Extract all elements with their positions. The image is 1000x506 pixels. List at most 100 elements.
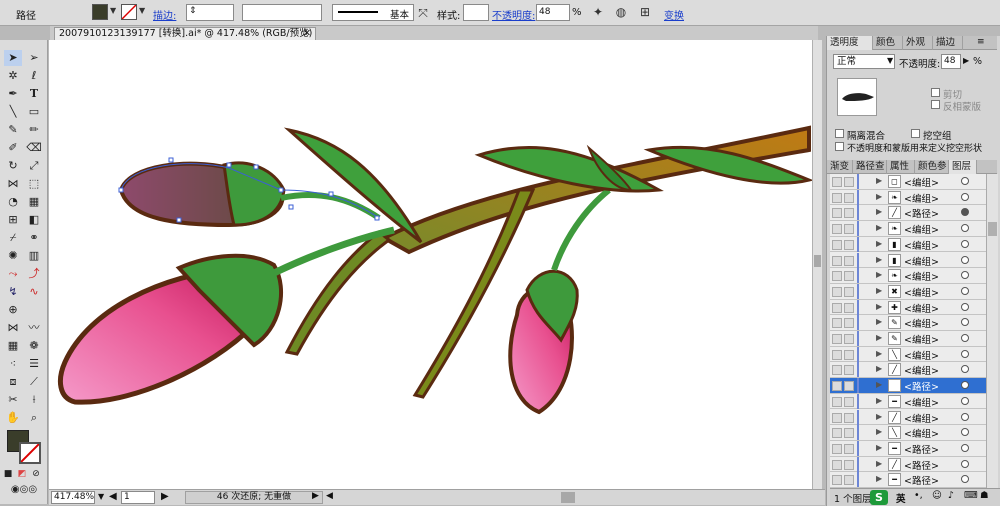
layer-name[interactable]: <编组> bbox=[904, 285, 939, 299]
none-mode-icon[interactable]: ⊘ bbox=[30, 466, 42, 482]
layer-name[interactable]: <编组> bbox=[904, 316, 939, 330]
blend-mode-select[interactable]: 正常 bbox=[833, 54, 895, 69]
expand-triangle-icon[interactable]: ▶ bbox=[876, 380, 882, 389]
visibility-toggle[interactable] bbox=[832, 443, 842, 454]
visibility-toggle[interactable] bbox=[832, 239, 842, 250]
layer-name[interactable]: <编组> bbox=[904, 348, 939, 362]
pen-tool-icon[interactable]: ✒ bbox=[4, 86, 22, 102]
warp-tool-icon[interactable]: ⋈ bbox=[4, 320, 22, 336]
layer-name[interactable]: <编组> bbox=[904, 332, 939, 346]
type-tool-icon[interactable]: T bbox=[25, 86, 43, 102]
layer-name[interactable]: <编组> bbox=[904, 426, 939, 440]
zoom-tool-icon[interactable]: ⌕ bbox=[25, 410, 43, 426]
stroke-swatch[interactable] bbox=[121, 4, 137, 20]
line-tool-icon[interactable]: ╲ bbox=[4, 104, 22, 120]
recolor-icon[interactable]: ✦ bbox=[589, 5, 607, 19]
knockout-group-checkbox[interactable] bbox=[911, 129, 920, 138]
expand-triangle-icon[interactable]: ▶ bbox=[876, 255, 882, 264]
layer-row[interactable]: ▶ ▮ <编组> bbox=[830, 236, 986, 253]
layer-row[interactable]: ▶ ◻ <编组> bbox=[830, 174, 986, 190]
layer-name[interactable]: <编组> bbox=[904, 395, 939, 409]
tab-pathfinder[interactable]: 路径查 bbox=[853, 160, 887, 174]
layer-row[interactable]: ▶ ╱ <编组> bbox=[830, 409, 986, 426]
layer-row[interactable]: ▶ ▮ <编组> bbox=[830, 252, 986, 269]
knife-tool-icon[interactable]: ⟊ bbox=[25, 392, 43, 408]
target-circle-icon[interactable] bbox=[961, 286, 969, 295]
target-circle-icon[interactable] bbox=[961, 318, 969, 327]
status-menu-icon[interactable]: ▶ bbox=[312, 491, 319, 501]
lasso-tool-icon[interactable]: ℓ bbox=[25, 68, 43, 84]
visibility-toggle[interactable] bbox=[832, 412, 842, 423]
align-icon[interactable]: ⊞ bbox=[636, 5, 654, 19]
visibility-toggle[interactable] bbox=[832, 192, 842, 203]
visibility-toggle[interactable] bbox=[832, 286, 842, 297]
ime-language-label[interactable]: 英 bbox=[896, 491, 906, 505]
expand-triangle-icon[interactable]: ▶ bbox=[876, 474, 882, 483]
hand-tool-icon[interactable]: ✋ bbox=[4, 410, 22, 426]
lock-toggle[interactable] bbox=[844, 349, 854, 360]
lock-toggle[interactable] bbox=[844, 192, 854, 203]
layer-row[interactable]: ▶ ╱ <编组> bbox=[830, 362, 986, 379]
target-circle-icon[interactable] bbox=[961, 396, 969, 405]
target-circle-icon[interactable] bbox=[961, 271, 969, 280]
expand-triangle-icon[interactable]: ▶ bbox=[876, 427, 882, 436]
expand-triangle-icon[interactable]: ▶ bbox=[876, 459, 882, 468]
layer-row[interactable]: ▶ ╱ <路径> bbox=[830, 456, 986, 473]
expand-triangle-icon[interactable]: ▶ bbox=[876, 239, 882, 248]
keyboard-icon[interactable]: ⌨ bbox=[964, 490, 978, 501]
panel-collapse-icon[interactable]: ≡ bbox=[977, 37, 985, 47]
layer-name[interactable]: <编组> bbox=[904, 175, 939, 189]
lock-toggle[interactable] bbox=[844, 208, 854, 219]
target-tool-icon[interactable]: ⊕ bbox=[4, 302, 22, 318]
expand-triangle-icon[interactable]: ▶ bbox=[876, 349, 882, 358]
chevron-down-icon[interactable]: ▼ bbox=[139, 6, 145, 15]
symbol-sprayer-tool-icon[interactable]: ✺ bbox=[4, 248, 22, 264]
layer-name[interactable]: <编组> bbox=[904, 363, 939, 377]
transform-link[interactable]: 变换 bbox=[664, 7, 684, 22]
direct-selection-tool-icon[interactable]: ➢ bbox=[25, 50, 43, 66]
lock-toggle[interactable] bbox=[844, 381, 854, 392]
layer-name[interactable]: <编组> bbox=[904, 222, 939, 236]
expand-triangle-icon[interactable]: ▶ bbox=[876, 207, 882, 216]
slice-tool-icon[interactable]: ⟋ bbox=[25, 374, 43, 390]
lock-toggle[interactable] bbox=[844, 443, 854, 454]
shape-builder-tool-icon[interactable]: ◔ bbox=[4, 194, 22, 210]
expand-triangle-icon[interactable]: ▶ bbox=[876, 176, 882, 185]
visibility-toggle[interactable] bbox=[832, 208, 842, 219]
visibility-toggle[interactable] bbox=[832, 475, 842, 486]
opacity-slider-icon[interactable]: ▶ bbox=[963, 56, 969, 65]
target-circle-icon[interactable] bbox=[961, 349, 969, 358]
chevron-down-icon[interactable]: ▼ bbox=[98, 492, 104, 501]
chevron-down-icon[interactable]: ▼ bbox=[110, 6, 116, 15]
arrange-icon[interactable]: ⤧ bbox=[417, 6, 429, 21]
target-circle-icon[interactable] bbox=[961, 381, 969, 390]
lock-toggle[interactable] bbox=[844, 271, 854, 282]
lock-toggle[interactable] bbox=[844, 365, 854, 376]
mesh-tool-icon[interactable]: ⊞ bbox=[4, 212, 22, 228]
layer-name[interactable]: <路径> bbox=[904, 473, 939, 487]
tab-stroke[interactable]: 描边 bbox=[933, 36, 963, 50]
lock-toggle[interactable] bbox=[844, 475, 854, 486]
wave-tool-icon[interactable]: 〰 bbox=[25, 320, 43, 336]
opacity-input[interactable]: 48 bbox=[536, 4, 570, 21]
stroke-color-box[interactable] bbox=[19, 442, 41, 464]
target-circle-icon[interactable] bbox=[961, 302, 969, 311]
target-circle-icon[interactable] bbox=[961, 255, 969, 264]
horizontal-scroll-thumb[interactable] bbox=[561, 492, 575, 503]
layer-row[interactable]: ▶ ━ <路径> bbox=[830, 440, 986, 457]
target-circle-icon[interactable] bbox=[961, 192, 969, 201]
layer-name[interactable]: <编组> bbox=[904, 269, 939, 283]
magic-wand-tool-icon[interactable]: ✲ bbox=[4, 68, 22, 84]
tab-gradient[interactable]: 渐变 bbox=[827, 160, 853, 174]
target-circle-icon[interactable] bbox=[961, 475, 969, 484]
visibility-toggle[interactable] bbox=[832, 271, 842, 282]
scatter-chart-tool-icon[interactable]: ⁖ bbox=[4, 356, 22, 372]
width-tool-icon[interactable]: ⋈ bbox=[4, 176, 22, 192]
artboard-tool-icon[interactable]: ⧈ bbox=[4, 374, 22, 390]
lock-toggle[interactable] bbox=[844, 177, 854, 187]
layer-row[interactable]: ▶ ✚ <编组> bbox=[830, 299, 986, 316]
opacity-mask-checkbox[interactable] bbox=[835, 142, 844, 151]
lock-toggle[interactable] bbox=[844, 286, 854, 297]
layer-row[interactable]: ▶ ╲ <编组> bbox=[830, 425, 986, 441]
lock-toggle[interactable] bbox=[844, 239, 854, 250]
